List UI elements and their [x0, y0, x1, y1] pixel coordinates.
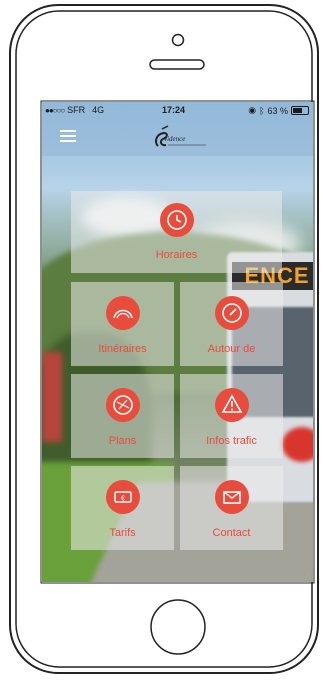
status-time: 17:24	[162, 105, 186, 115]
tile-label: Infos trafic	[206, 435, 257, 447]
battery-percent: 63 %	[267, 105, 288, 116]
tile-tarifs[interactable]: € Tarifs	[71, 466, 174, 550]
app-logo: vidence	[150, 124, 210, 152]
battery-level	[293, 108, 302, 113]
envelope-icon	[214, 480, 249, 514]
signal-icon: ●●○○○	[45, 105, 65, 115]
tile-horaires[interactable]: Horaires	[71, 191, 282, 273]
clock-icon	[159, 203, 194, 237]
svg-text:€: €	[121, 496, 125, 503]
bluetooth-icon: ᛒ	[259, 105, 265, 116]
ticket-icon: €	[105, 480, 140, 514]
compass-icon	[214, 296, 249, 330]
alarm-icon: ◉	[248, 105, 257, 115]
tile-autour-de[interactable]: Autour de	[180, 282, 283, 366]
logo-text: vidence	[164, 135, 186, 143]
menu-line	[60, 135, 76, 137]
network-type: 4G	[92, 105, 105, 115]
map-icon	[105, 388, 140, 422]
tile-label: Plans	[108, 435, 137, 447]
battery-icon	[291, 106, 309, 115]
tile-label: Horaires	[155, 249, 198, 261]
tile-infos-trafic[interactable]: Infos trafic	[180, 374, 283, 458]
tile-label: Itinéraires	[98, 343, 147, 355]
tile-itineraires[interactable]: Itinéraires	[71, 282, 174, 366]
carrier-name: SFR	[67, 105, 86, 115]
background-flowers	[42, 352, 62, 442]
menu-line	[60, 130, 76, 132]
route-icon	[105, 296, 140, 330]
tile-plans[interactable]: Plans	[71, 374, 174, 458]
tile-label: Tarifs	[109, 527, 136, 539]
hamburger-menu-button[interactable]	[60, 130, 76, 142]
tile-label: Autour de	[207, 343, 256, 355]
app-header: vidence	[42, 120, 313, 156]
app-screen: ENCE ●●○○○ SFR 4G 17:24 ◉ ᛒ 63 % vidence…	[42, 102, 313, 582]
warning-icon	[214, 388, 249, 422]
tile-contact[interactable]: Contact	[180, 466, 283, 550]
tile-label: Contact	[212, 527, 251, 539]
status-bar: ●●○○○ SFR 4G 17:24 ◉ ᛒ 63 %	[42, 102, 313, 120]
menu-line	[60, 140, 76, 142]
